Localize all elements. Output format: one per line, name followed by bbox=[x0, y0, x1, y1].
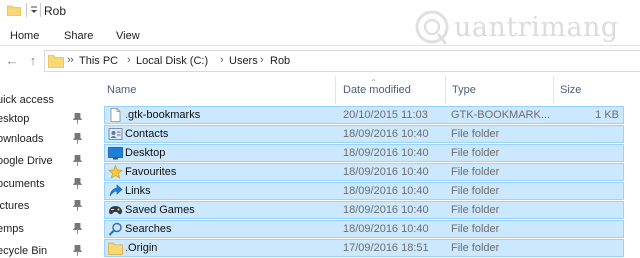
column-header-date[interactable]: Date modified bbox=[336, 76, 446, 104]
chevron-right-icon[interactable]: › bbox=[260, 54, 264, 66]
breadcrumb-local-disk[interactable]: Local Disk (C:) bbox=[136, 55, 208, 67]
file-type: File folder bbox=[451, 204, 500, 216]
document-icon bbox=[110, 108, 121, 122]
nav-item-label: uick access bbox=[0, 94, 54, 106]
watermark-logo: uantrimang bbox=[408, 6, 630, 50]
breadcrumb-this-pc[interactable]: This PC bbox=[79, 55, 118, 67]
pin-icon bbox=[73, 245, 82, 256]
file-date: 18/09/2016 10:40 bbox=[343, 223, 429, 235]
file-date: 18/09/2016 10:40 bbox=[343, 128, 429, 140]
file-type: File folder bbox=[451, 166, 500, 178]
table-row[interactable]: Favourites 18/09/2016 10:40 File folder bbox=[104, 163, 624, 181]
title-separator bbox=[40, 3, 41, 17]
file-type: File folder bbox=[451, 147, 500, 159]
navigation-pane: uick access esktop ownloads oogle Drive … bbox=[0, 76, 100, 258]
column-header-size[interactable]: Size bbox=[554, 76, 624, 104]
title-separator bbox=[26, 3, 27, 17]
nav-item-pictures[interactable]: ictures bbox=[0, 196, 100, 216]
table-row[interactable]: Saved Games 18/09/2016 10:40 File folder bbox=[104, 201, 624, 219]
file-name: Desktop bbox=[125, 147, 166, 159]
chevron-right-icon[interactable]: › bbox=[127, 54, 131, 66]
window-title: Rob bbox=[44, 4, 67, 18]
nav-item-label: ownloads bbox=[0, 133, 44, 145]
chevron-right-icon[interactable]: › bbox=[220, 54, 224, 66]
chevron-right-icon: › bbox=[70, 54, 74, 66]
nav-item-label: esktop bbox=[0, 113, 30, 125]
watermark-emblem-icon bbox=[415, 10, 449, 45]
column-header-label: Type bbox=[452, 84, 476, 96]
nav-item-temps[interactable]: emps bbox=[0, 219, 100, 239]
pin-icon bbox=[73, 155, 82, 166]
pin-icon bbox=[73, 133, 82, 144]
file-date: 18/09/2016 10:40 bbox=[343, 147, 429, 159]
column-header-label: Date modified bbox=[343, 84, 411, 96]
nav-item-recycle-bin[interactable]: ecycle Bin bbox=[0, 241, 100, 258]
file-name: Links bbox=[125, 185, 151, 197]
column-header-label: Name bbox=[107, 84, 137, 96]
saved-games-icon bbox=[109, 206, 122, 215]
column-header-label: Size bbox=[560, 84, 582, 96]
table-row[interactable]: Searches 18/09/2016 10:40 File folder bbox=[104, 220, 624, 238]
pin-icon bbox=[73, 113, 82, 124]
column-header-type[interactable]: Type bbox=[446, 76, 554, 104]
table-row[interactable]: Contacts 18/09/2016 10:40 File folder bbox=[104, 125, 624, 143]
sort-ascending-icon: ⌃ bbox=[370, 78, 377, 87]
file-date: 18/09/2016 10:40 bbox=[343, 166, 429, 178]
address-bar[interactable]: › › This PC › Local Disk (C:) › Users › … bbox=[44, 50, 640, 72]
file-name: Searches bbox=[125, 223, 172, 235]
file-type: File folder bbox=[451, 128, 500, 140]
file-date: 20/10/2015 11:03 bbox=[343, 109, 428, 121]
file-type: File folder bbox=[451, 185, 500, 197]
breadcrumb-rob[interactable]: Rob bbox=[270, 55, 290, 67]
breadcrumb-users[interactable]: Users bbox=[229, 55, 258, 67]
up-arrow-icon[interactable]: ↑ bbox=[26, 54, 40, 68]
file-name: .gtk-bookmarks bbox=[125, 109, 201, 121]
nav-item-label: ecycle Bin bbox=[0, 245, 48, 257]
nav-item-label: oogle Drive bbox=[0, 155, 53, 167]
nav-item-label: ictures bbox=[0, 200, 30, 212]
contacts-icon bbox=[108, 128, 123, 140]
quick-access-dropdown-icon[interactable] bbox=[28, 4, 40, 16]
pin-icon bbox=[73, 200, 82, 211]
file-type: File folder bbox=[451, 242, 500, 254]
nav-item-label: ocuments bbox=[0, 178, 45, 190]
file-name: .Origin bbox=[125, 242, 158, 254]
nav-item-desktop[interactable]: esktop bbox=[0, 109, 100, 129]
file-name: Saved Games bbox=[125, 204, 195, 216]
file-size: 1 KB bbox=[595, 109, 619, 121]
column-header-name[interactable]: Name bbox=[104, 76, 336, 104]
file-date: 18/09/2016 10:40 bbox=[343, 185, 429, 197]
nav-item-quick-access[interactable]: uick access bbox=[0, 90, 100, 110]
tab-home[interactable]: Home bbox=[10, 30, 39, 42]
file-type: GTK-BOOKMARK... bbox=[451, 109, 551, 121]
folder-icon bbox=[48, 55, 64, 68]
file-date: 18/09/2016 10:40 bbox=[343, 204, 429, 216]
table-row[interactable]: Desktop 18/09/2016 10:40 File folder bbox=[104, 144, 624, 162]
nav-item-google-drive[interactable]: oogle Drive bbox=[0, 151, 100, 171]
nav-item-downloads[interactable]: ownloads bbox=[0, 129, 100, 149]
address-row: ← ↑ › › This PC › Local Disk (C:) › User… bbox=[0, 46, 640, 76]
tab-view[interactable]: View bbox=[116, 30, 140, 42]
star-icon bbox=[108, 165, 123, 179]
pin-icon bbox=[73, 223, 82, 234]
desktop-icon bbox=[108, 147, 123, 160]
file-name: Favourites bbox=[125, 166, 177, 178]
table-row[interactable]: Links 18/09/2016 10:40 File folder bbox=[104, 182, 624, 200]
folder-icon bbox=[108, 242, 123, 255]
back-arrow-icon[interactable]: ← bbox=[5, 54, 19, 68]
search-icon bbox=[108, 222, 122, 236]
folder-icon bbox=[7, 5, 21, 16]
pin-icon bbox=[73, 178, 82, 189]
links-icon bbox=[109, 184, 123, 197]
table-row[interactable]: .Origin 17/09/2016 18:51 File folder bbox=[104, 239, 624, 257]
file-name: Contacts bbox=[125, 128, 169, 140]
file-date: 17/09/2016 18:51 bbox=[343, 242, 429, 254]
file-type: File folder bbox=[451, 223, 500, 235]
nav-item-documents[interactable]: ocuments bbox=[0, 174, 100, 194]
tab-share[interactable]: Share bbox=[64, 30, 93, 42]
nav-item-label: emps bbox=[0, 223, 24, 235]
table-row[interactable]: .gtk-bookmarks 20/10/2015 11:03 GTK-BOOK… bbox=[104, 106, 624, 124]
watermark-text: uantrimang bbox=[454, 12, 619, 43]
